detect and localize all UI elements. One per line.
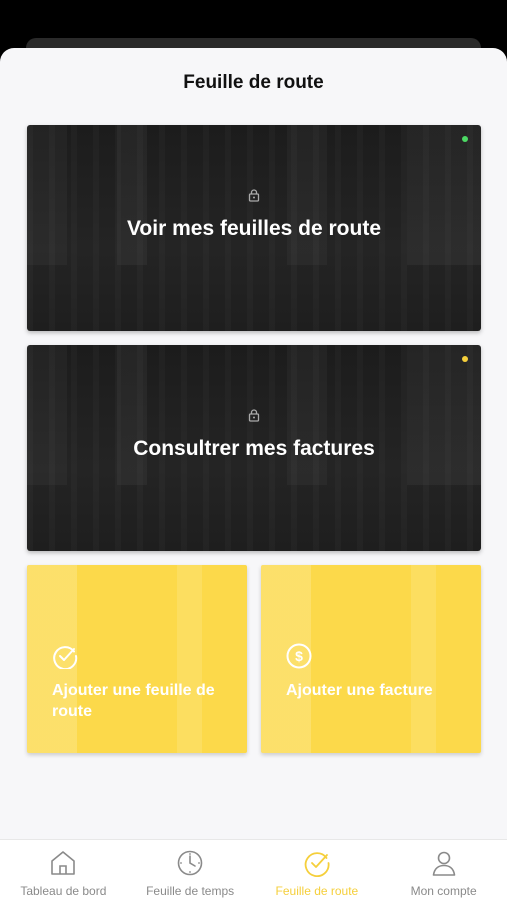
tab-label: Tableau de bord: [20, 884, 107, 898]
add-invoice-tile[interactable]: $ Ajouter une facture: [261, 565, 481, 753]
tile-label: Ajouter une facture: [286, 682, 433, 699]
add-roadmap-tile[interactable]: Ajouter une feuille de route: [27, 565, 247, 753]
svg-text:$: $: [295, 648, 303, 664]
clock-icon: [177, 850, 203, 876]
lock-icon: [248, 409, 260, 422]
card-label: Voir mes feuilles de route: [126, 217, 382, 240]
user-icon: [432, 851, 455, 876]
tab-label: Mon compte: [410, 884, 477, 898]
check-circle-icon: [304, 852, 330, 877]
view-invoices-card[interactable]: Consultrer mes factures: [27, 345, 481, 551]
tile-label: Ajouter une feuille de route: [52, 682, 215, 720]
status-dot: [462, 356, 468, 362]
tab-bar: Tableau de bord Feuille de temps Feuille…: [0, 839, 507, 901]
check-circle-icon: [53, 646, 78, 669]
tab-roadmap[interactable]: Feuille de route: [254, 840, 381, 901]
status-dot: [462, 136, 468, 142]
home-icon: [51, 851, 76, 875]
lock-icon: [248, 189, 260, 202]
tab-label: Feuille de temps: [146, 884, 235, 898]
tab-label: Feuille de route: [275, 884, 359, 898]
tab-account[interactable]: Mon compte: [380, 840, 507, 901]
tab-dashboard[interactable]: Tableau de bord: [0, 840, 127, 901]
bottom-sheet: Feuille de route Voir mes feuilles de ro…: [0, 48, 507, 900]
tab-timesheet[interactable]: Feuille de temps: [127, 840, 254, 901]
dollar-circle-icon: $: [286, 643, 312, 669]
view-roadmaps-card[interactable]: Voir mes feuilles de route: [27, 125, 481, 331]
page-title: Feuille de route: [183, 72, 324, 93]
card-label: Consultrer mes factures: [133, 437, 375, 460]
